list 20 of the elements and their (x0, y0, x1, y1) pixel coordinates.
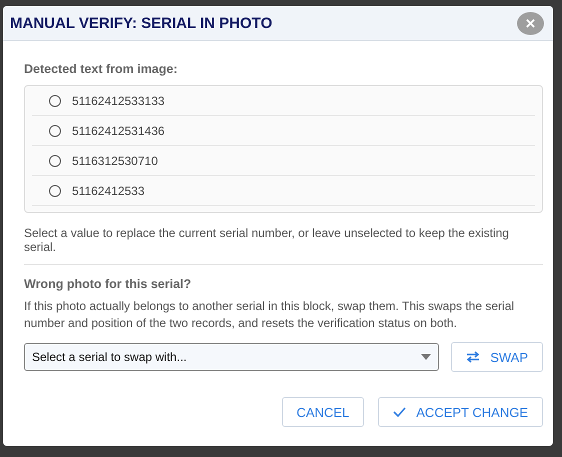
hint-text: Select a value to replace the current serial number, or leave unselected to keep the existing serial. (24, 226, 510, 254)
option-label[interactable]: 51162412533133 (72, 94, 165, 108)
section-heading: Detected text from image: (24, 62, 179, 76)
cancel-button[interactable]: CANCEL (282, 397, 364, 427)
option-label[interactable]: 51162412533 (72, 184, 145, 198)
swap-icon (466, 351, 480, 363)
description-text: If this photo actually belongs to another serial in this block, swap them. This swaps the serial number and position of the two records, and resets the verification status on both. (24, 298, 516, 332)
swap-button[interactable]: SWAP (451, 342, 543, 372)
caret-icon (421, 354, 432, 360)
radio-button[interactable] (49, 94, 61, 106)
accept-button[interactable]: ACCEPT CHANGE (378, 397, 543, 427)
check-icon (393, 407, 406, 417)
option-label[interactable]: 51162412531436 (72, 124, 165, 138)
section-heading: Wrong photo for this serial? (24, 277, 192, 291)
radio-button[interactable] (49, 184, 61, 196)
serial-select[interactable]: Select a serial to swap with... (24, 343, 440, 371)
radio-button[interactable] (49, 154, 61, 166)
radio-button[interactable] (49, 124, 61, 136)
option-label[interactable]: 5116312530710 (72, 154, 158, 168)
dialog-title: MANUAL VERIFY: SERIAL IN PHOTO (10, 14, 272, 32)
